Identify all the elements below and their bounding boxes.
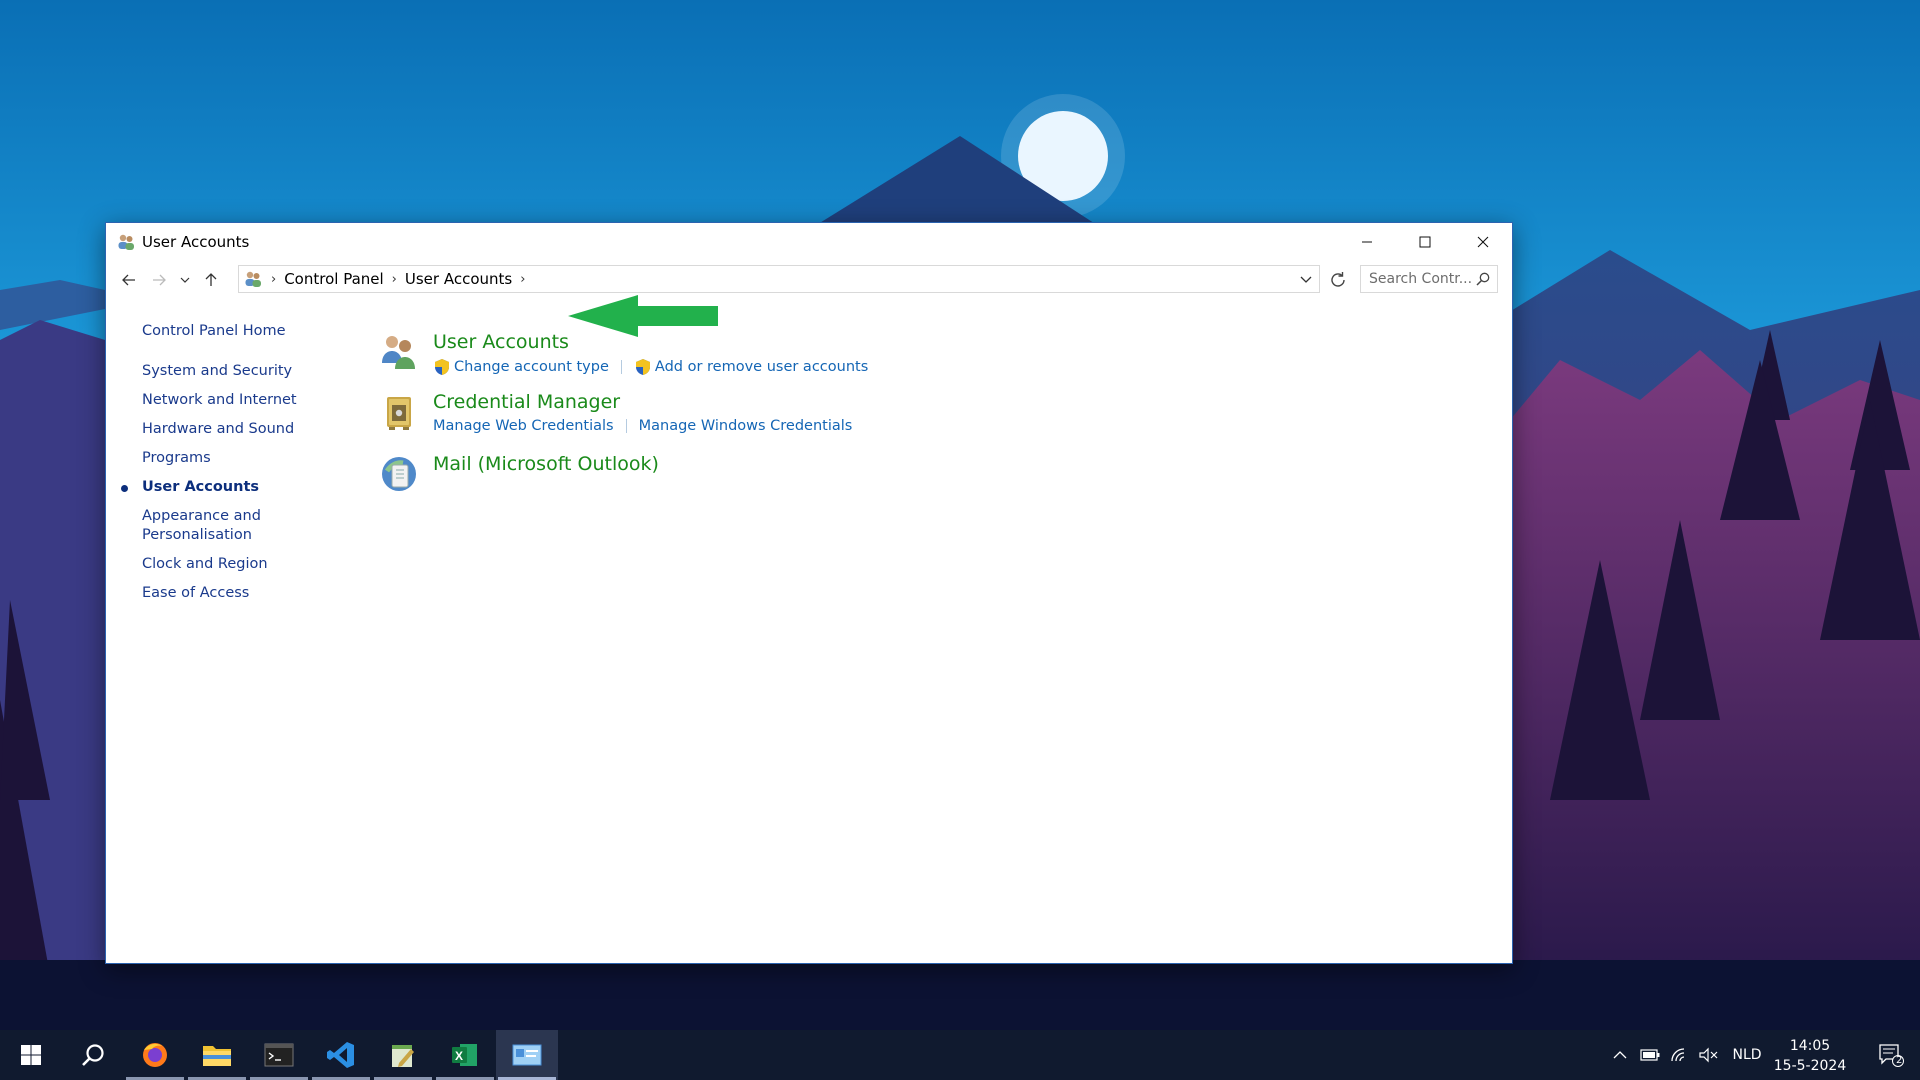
breadcrumb-user-accounts[interactable]: User Accounts bbox=[405, 270, 512, 288]
forward-button[interactable] bbox=[144, 265, 174, 295]
control-panel-icon bbox=[512, 1044, 542, 1066]
clock-time: 14:05 bbox=[1789, 1038, 1831, 1054]
control-panel-home-link[interactable]: Control Panel Home bbox=[142, 323, 332, 339]
user-accounts-icon[interactable] bbox=[378, 331, 420, 373]
sidebar-item-ease-of-access[interactable]: Ease of Access bbox=[142, 584, 332, 603]
refresh-icon[interactable] bbox=[1326, 268, 1350, 292]
taskbar-vscode[interactable] bbox=[310, 1030, 372, 1080]
terminal-icon bbox=[264, 1043, 294, 1067]
taskbar-excel[interactable]: X bbox=[434, 1030, 496, 1080]
mail-icon[interactable] bbox=[378, 453, 420, 495]
taskbar: X NLD 14:05 15-5-2024 2 bbox=[0, 1030, 1920, 1080]
system-clock[interactable]: 14:05 15-5-2024 bbox=[1770, 1036, 1850, 1076]
back-arrow-icon bbox=[122, 274, 135, 286]
firefox-icon bbox=[143, 1043, 167, 1067]
start-button[interactable] bbox=[0, 1030, 62, 1080]
windows-start-icon bbox=[21, 1045, 41, 1065]
taskbar-file-explorer[interactable] bbox=[186, 1030, 248, 1080]
left-navigation-pane: Control Panel Home System and Security N… bbox=[121, 323, 332, 613]
search-input[interactable]: Search Contr... bbox=[1360, 265, 1498, 293]
mail-heading-link[interactable]: Mail (Microsoft Outlook) bbox=[433, 453, 659, 475]
sidebar-item-network-and-internet[interactable]: Network and Internet bbox=[142, 391, 332, 410]
taskbar-control-panel[interactable] bbox=[496, 1030, 558, 1080]
breadcrumb-separator[interactable]: › bbox=[520, 272, 525, 287]
manage-windows-credentials-link[interactable]: Manage Windows Credentials bbox=[639, 418, 853, 434]
file-explorer-icon bbox=[203, 1046, 231, 1066]
uac-shield-icon bbox=[435, 359, 449, 375]
link-divider bbox=[625, 419, 627, 433]
taskbar-firefox[interactable] bbox=[124, 1030, 186, 1080]
up-arrow-icon bbox=[205, 273, 217, 286]
credential-manager-icon[interactable] bbox=[378, 391, 420, 433]
sidebar-item-appearance-and-personalisation[interactable]: Appearance and Personalisation bbox=[142, 507, 262, 545]
search-icon bbox=[82, 1044, 104, 1066]
back-button[interactable] bbox=[114, 265, 144, 295]
wifi-icon bbox=[1671, 1048, 1685, 1062]
sidebar-item-clock-and-region[interactable]: Clock and Region bbox=[142, 555, 332, 574]
user-accounts-window: User Accounts › Control Panel › User Acc… bbox=[105, 222, 1513, 964]
chevron-up-icon bbox=[1613, 1051, 1627, 1059]
excel-icon: X bbox=[452, 1044, 477, 1066]
action-center-button[interactable]: 2 bbox=[1866, 1030, 1916, 1080]
user-accounts-heading-link[interactable]: User Accounts bbox=[433, 331, 569, 353]
vscode-icon bbox=[327, 1042, 354, 1068]
credential-manager-tasks: Manage Web Credentials Manage Windows Cr… bbox=[433, 418, 852, 434]
credential-manager-heading-link[interactable]: Credential Manager bbox=[433, 391, 620, 413]
add-or-remove-user-accounts-link[interactable]: Add or remove user accounts bbox=[634, 358, 868, 376]
breadcrumb-separator[interactable]: › bbox=[271, 272, 276, 287]
sidebar-item-programs[interactable]: Programs bbox=[142, 449, 332, 468]
maximize-button[interactable] bbox=[1396, 223, 1454, 261]
change-account-type-label: Change account type bbox=[454, 359, 609, 375]
close-icon bbox=[1477, 236, 1489, 248]
up-button[interactable] bbox=[196, 265, 226, 295]
window-title: User Accounts bbox=[142, 233, 250, 251]
user-accounts-icon bbox=[245, 271, 261, 287]
svg-text:X: X bbox=[455, 1049, 463, 1063]
user-accounts-app-icon bbox=[118, 234, 134, 250]
title-bar[interactable]: User Accounts bbox=[106, 223, 1512, 261]
input-language-indicator[interactable]: NLD bbox=[1726, 1030, 1768, 1080]
minimize-icon bbox=[1362, 241, 1372, 243]
battery-icon bbox=[1640, 1049, 1660, 1061]
add-or-remove-user-accounts-label: Add or remove user accounts bbox=[654, 359, 869, 375]
battery-status[interactable] bbox=[1638, 1030, 1662, 1080]
breadcrumb-separator[interactable]: › bbox=[392, 272, 397, 287]
sidebar-item-user-accounts[interactable]: User Accounts bbox=[121, 478, 332, 497]
navigation-bar: › Control Panel › User Accounts › Search… bbox=[106, 261, 1512, 299]
notepad-icon bbox=[392, 1045, 414, 1067]
address-dropdown-icon[interactable] bbox=[1297, 270, 1315, 288]
clock-date: 15-5-2024 bbox=[1773, 1058, 1847, 1074]
taskbar-notepad[interactable] bbox=[372, 1030, 434, 1080]
search-icon bbox=[1476, 272, 1490, 286]
sidebar-item-hardware-and-sound[interactable]: Hardware and Sound bbox=[142, 420, 332, 439]
link-divider bbox=[620, 360, 622, 374]
breadcrumb-control-panel[interactable]: Control Panel bbox=[284, 270, 383, 288]
sidebar-item-system-and-security[interactable]: System and Security bbox=[142, 362, 332, 381]
annotation-arrow-icon bbox=[568, 295, 718, 337]
recent-locations-button[interactable] bbox=[174, 265, 196, 295]
change-account-type-link[interactable]: Change account type bbox=[433, 358, 609, 376]
show-hidden-icons-button[interactable] bbox=[1608, 1030, 1632, 1080]
notification-count-badge: 2 bbox=[1896, 1055, 1903, 1066]
manage-web-credentials-link[interactable]: Manage Web Credentials bbox=[433, 418, 614, 434]
maximize-icon bbox=[1419, 236, 1431, 248]
user-accounts-tasks: Change account type Add or remove user a… bbox=[433, 358, 868, 376]
uac-shield-icon bbox=[635, 359, 650, 375]
forward-arrow-icon bbox=[153, 274, 166, 286]
minimize-button[interactable] bbox=[1338, 223, 1396, 261]
volume-control[interactable] bbox=[1696, 1030, 1720, 1080]
address-bar[interactable]: › Control Panel › User Accounts › bbox=[238, 265, 1320, 293]
network-status[interactable] bbox=[1668, 1030, 1692, 1080]
close-button[interactable] bbox=[1454, 223, 1512, 261]
taskbar-terminal[interactable] bbox=[248, 1030, 310, 1080]
chevron-down-icon bbox=[180, 277, 190, 283]
speaker-muted-icon bbox=[1699, 1047, 1718, 1063]
taskbar-search-button[interactable] bbox=[62, 1030, 124, 1080]
search-placeholder: Search Contr... bbox=[1369, 271, 1473, 287]
